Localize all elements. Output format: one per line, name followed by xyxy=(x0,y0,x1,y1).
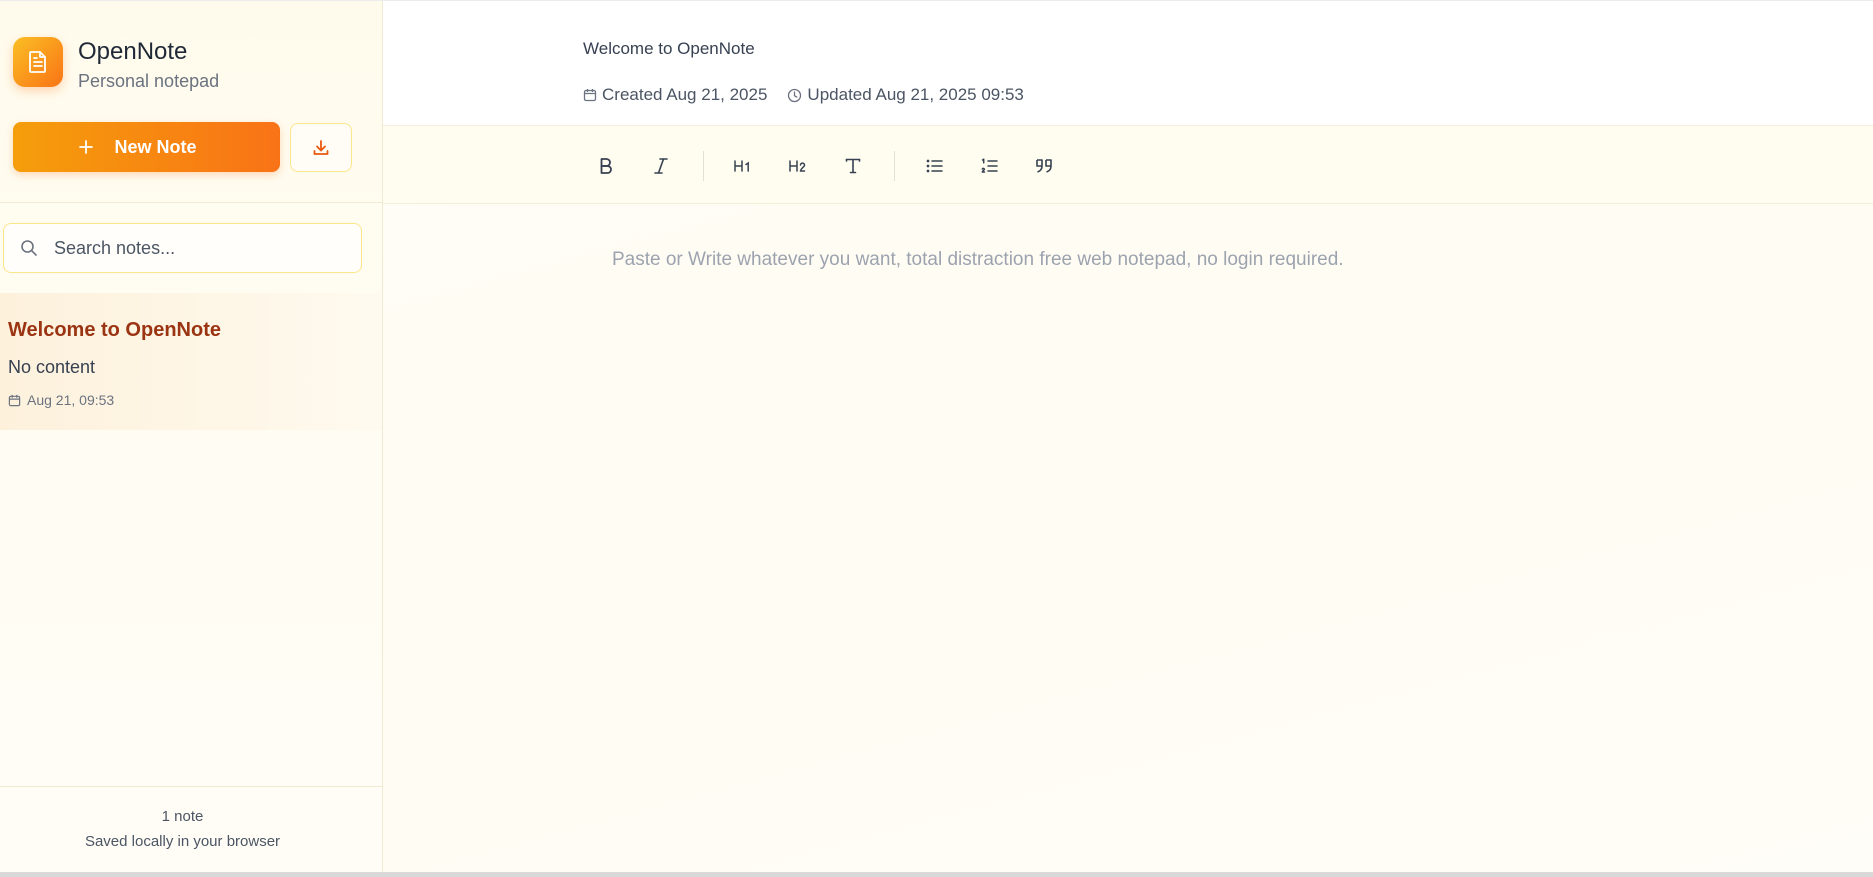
toolbar-separator xyxy=(894,151,895,181)
calendar-icon xyxy=(583,88,597,102)
created-meta: Created Aug 21, 2025 xyxy=(583,85,767,105)
italic-icon xyxy=(653,157,669,175)
divider xyxy=(0,786,382,787)
calendar-icon xyxy=(8,394,21,407)
bold-button[interactable] xyxy=(588,149,624,183)
heading-1-icon xyxy=(733,159,753,173)
app-window: OpenNote Personal notepad New Note Welco… xyxy=(0,0,1873,872)
quote-icon xyxy=(1035,158,1055,174)
note-date-text: Aug 21, 09:53 xyxy=(27,392,115,408)
clock-icon xyxy=(787,88,802,103)
divider xyxy=(0,202,382,203)
bullet-list-button[interactable] xyxy=(917,149,953,183)
note-count: 1 note xyxy=(161,808,204,825)
numbered-list-button[interactable] xyxy=(972,149,1008,183)
text-button[interactable] xyxy=(835,149,871,183)
new-note-label: New Note xyxy=(114,136,197,157)
note-meta: Created Aug 21, 2025 Updated Aug 21, 202… xyxy=(583,85,1044,105)
document-icon xyxy=(13,37,63,87)
bullet-list-icon xyxy=(926,158,944,174)
note-header: Welcome to OpenNote Created Aug 21, 2025… xyxy=(383,1,1873,126)
formatting-toolbar xyxy=(383,127,1873,204)
italic-button[interactable] xyxy=(643,149,679,183)
note-list-item[interactable]: Welcome to OpenNote No content Aug 21, 0… xyxy=(0,293,382,430)
note-title-field[interactable]: Welcome to OpenNote xyxy=(583,39,755,59)
storage-note: Saved locally in your browser xyxy=(84,833,281,850)
search-input[interactable] xyxy=(52,224,352,272)
updated-meta: Updated Aug 21, 2025 09:53 xyxy=(787,85,1024,105)
toolbar-separator xyxy=(703,151,704,181)
heading-1-button[interactable] xyxy=(725,149,761,183)
app-title: OpenNote xyxy=(78,38,188,65)
app-subtitle: Personal notepad xyxy=(78,71,220,91)
text-icon xyxy=(844,157,862,175)
note-date: Aug 21, 09:53 xyxy=(8,392,114,408)
editor-pane: Welcome to OpenNote Created Aug 21, 2025… xyxy=(383,1,1873,872)
sidebar: OpenNote Personal notepad New Note Welco… xyxy=(0,1,383,872)
window-bottom-edge xyxy=(0,872,1873,877)
note-body-editor[interactable]: Paste or Write whatever you want, total … xyxy=(612,249,1812,809)
created-text: Created Aug 21, 2025 xyxy=(602,85,768,104)
download-button[interactable] xyxy=(290,123,352,172)
new-note-button[interactable]: New Note xyxy=(13,122,280,172)
download-icon xyxy=(312,139,330,157)
search-box xyxy=(3,223,362,273)
heading-2-icon xyxy=(788,159,808,173)
quote-button[interactable] xyxy=(1027,149,1063,183)
updated-text: Updated Aug 21, 2025 09:53 xyxy=(807,85,1024,104)
note-title: Welcome to OpenNote xyxy=(8,319,221,341)
bold-icon xyxy=(598,157,614,175)
plus-icon xyxy=(78,139,94,155)
heading-2-button[interactable] xyxy=(780,149,816,183)
numbered-list-icon xyxy=(981,158,999,174)
search-icon xyxy=(20,239,38,257)
note-preview: No content xyxy=(8,357,96,377)
